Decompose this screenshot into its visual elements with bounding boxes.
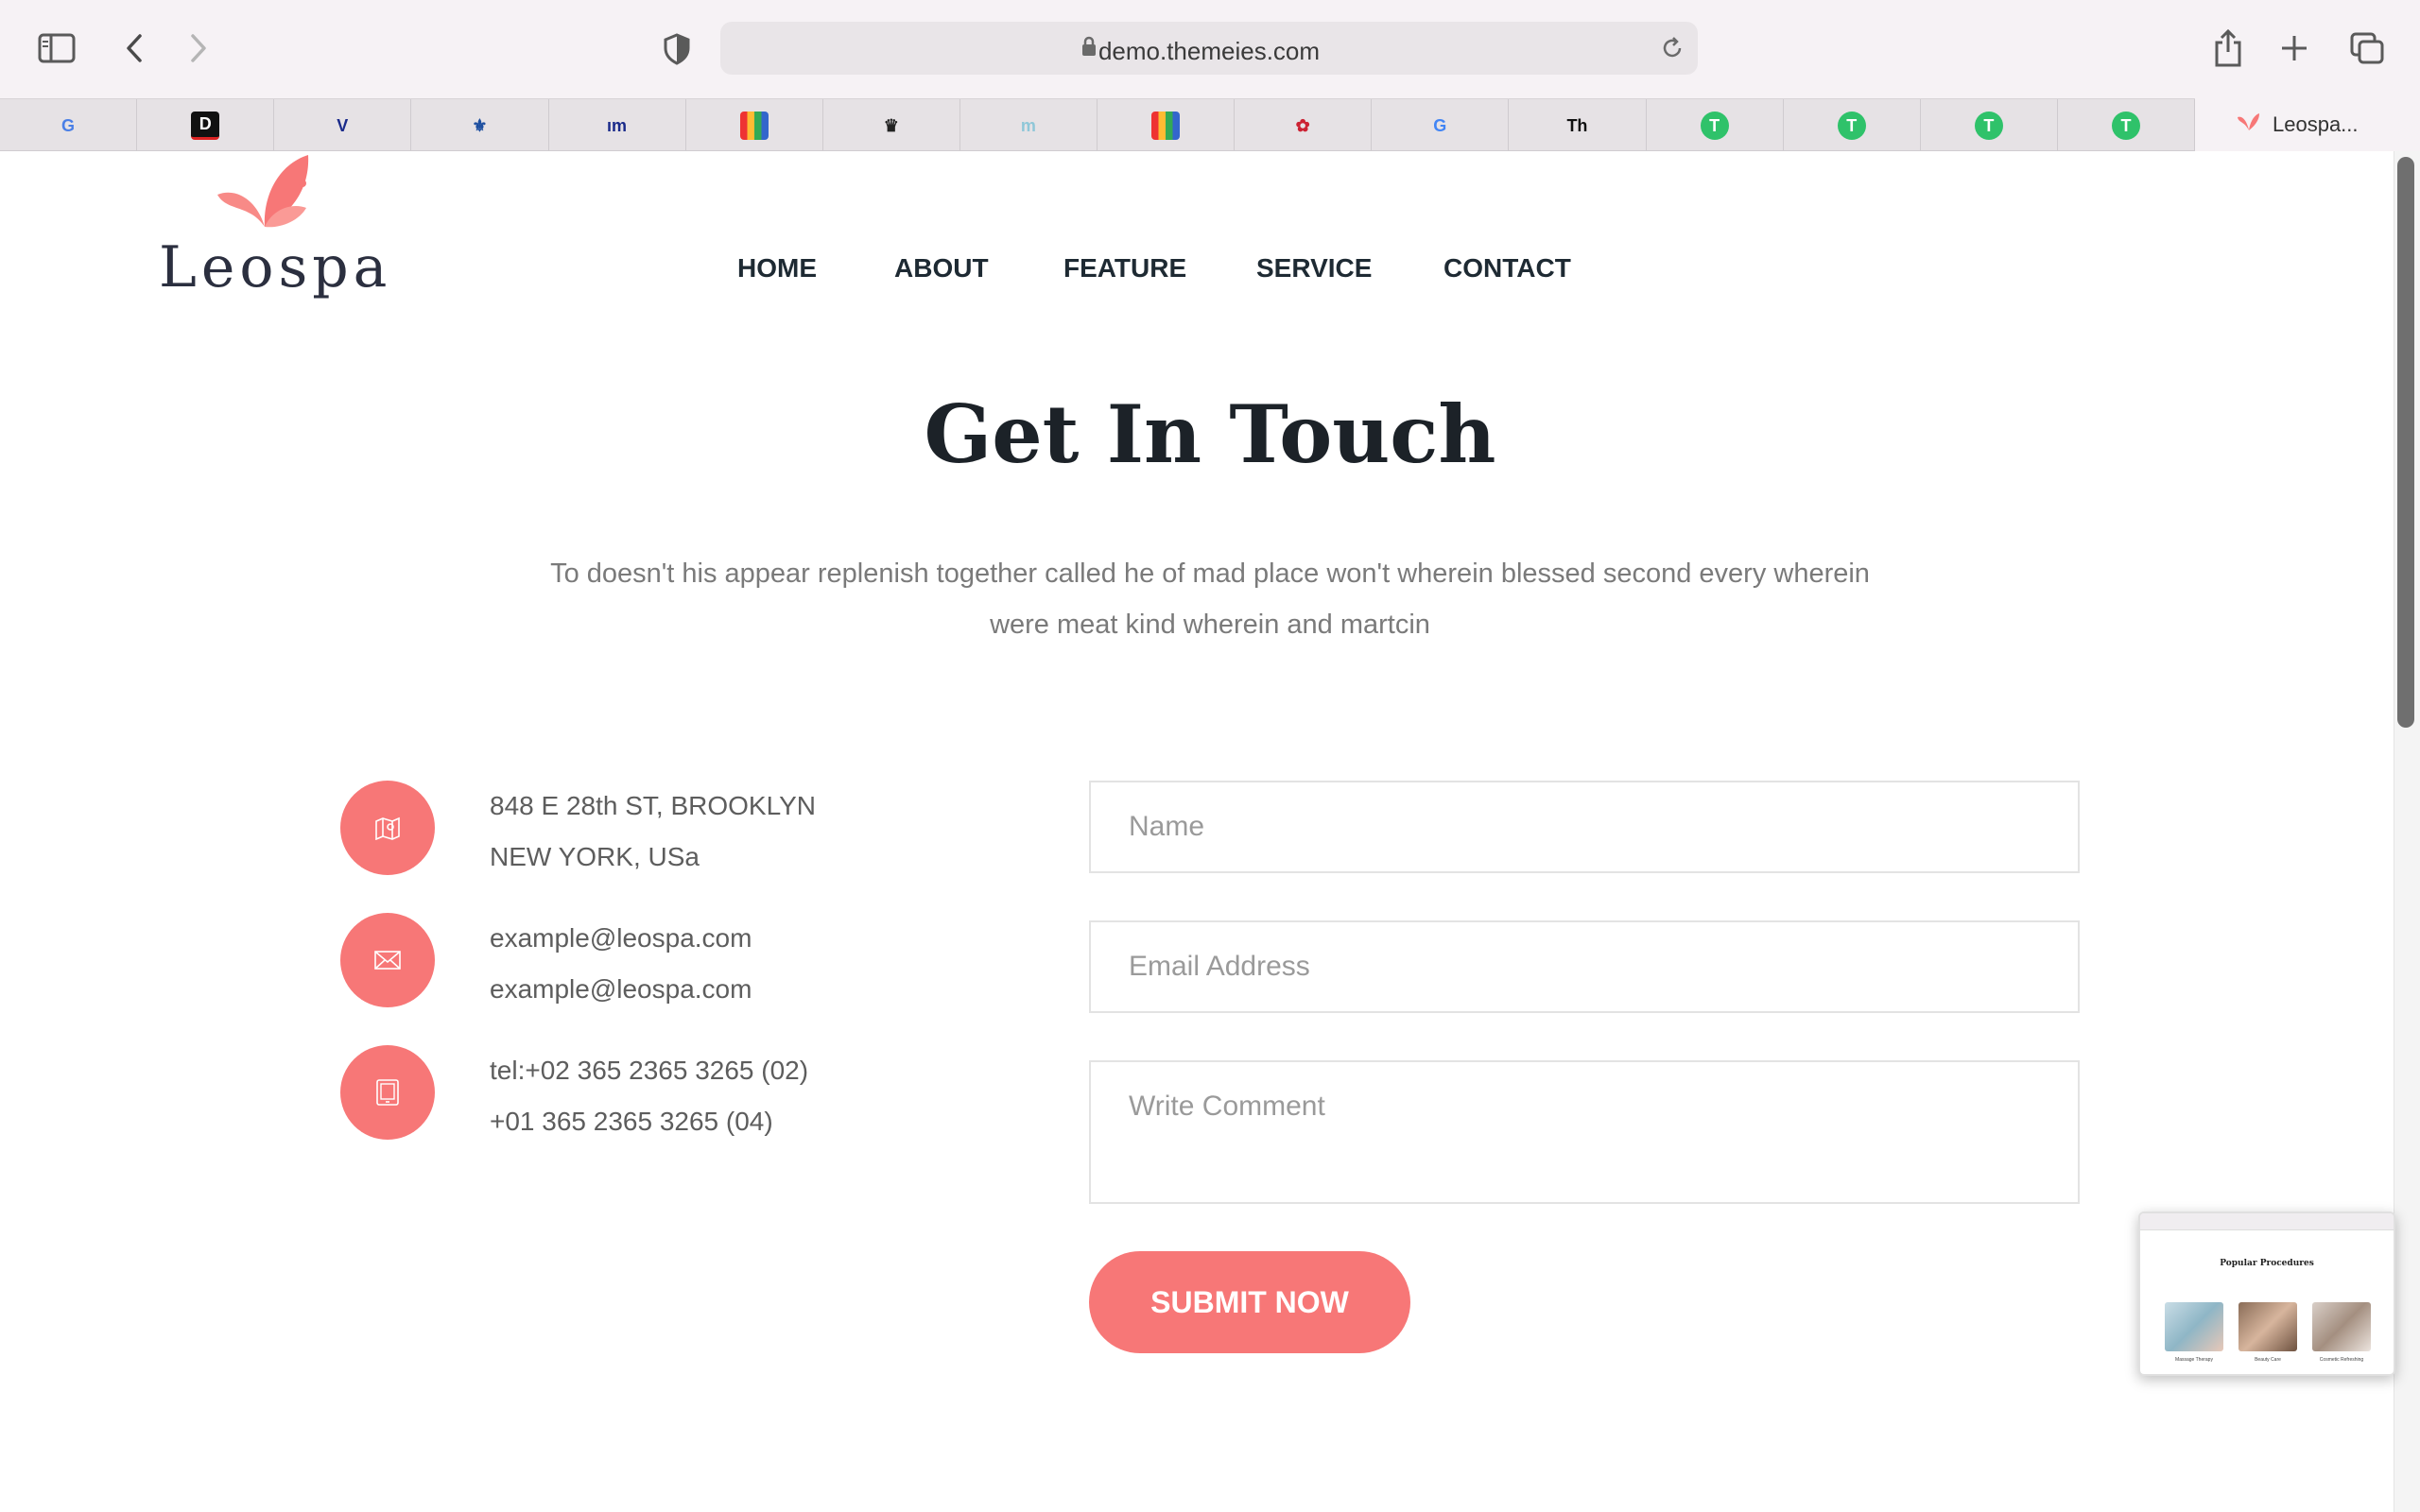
favorite-item[interactable]: ⚜ — [411, 99, 549, 152]
favorite-item[interactable]: D — [137, 99, 275, 152]
favorite-item[interactable]: m — [960, 99, 1098, 152]
phone-line-2[interactable]: +01 365 2365 3265 (04) — [490, 1096, 808, 1147]
page-preview-thumbnail[interactable]: Popular Procedures Massage Therapy Beaut… — [2138, 1211, 2395, 1376]
scrollbar-thumb[interactable] — [2397, 157, 2414, 728]
submit-button[interactable]: SUBMIT NOW — [1089, 1251, 1410, 1353]
tablet-icon — [340, 1045, 435, 1140]
color-grid-icon — [739, 112, 769, 140]
page-title: Get In Touch — [924, 387, 1496, 481]
plus-icon[interactable] — [2274, 28, 2314, 68]
address-line-2: NEW YORK, USa — [490, 842, 700, 871]
shield-icon[interactable] — [658, 30, 696, 68]
nav-service[interactable]: SERVICE — [1256, 253, 1372, 284]
favorite-item[interactable]: G — [0, 99, 138, 152]
color-grid-icon — [1151, 112, 1181, 140]
map-icon — [340, 781, 435, 875]
favorite-item[interactable] — [686, 99, 823, 152]
favorite-item[interactable]: T — [2058, 99, 2195, 152]
thumbnail-caption-3: Cosmetic Refreshing — [2319, 1357, 2364, 1363]
reload-icon[interactable] — [1654, 30, 1690, 66]
lock-icon — [1081, 36, 1097, 57]
butterfly-icon — [2237, 112, 2261, 138]
logo-text: Leospa — [159, 234, 392, 301]
name-input[interactable] — [1089, 781, 2080, 873]
back-arrow-icon[interactable] — [115, 28, 153, 68]
thumbnail-caption-2: Beauty Care — [2255, 1357, 2281, 1363]
mm-logo-icon: ım — [607, 115, 628, 135]
mbe-logo-icon: m — [1020, 115, 1036, 135]
sidebar-icon[interactable] — [36, 30, 78, 66]
browser-toolbar: demo.themeies.com — [0, 0, 2420, 98]
butterfly-icon — [212, 151, 316, 237]
favorite-item[interactable]: ım — [549, 99, 686, 152]
google-translate-icon: G — [61, 115, 76, 135]
green-t-icon: T — [1700, 112, 1729, 140]
envelope-icon — [340, 913, 435, 1007]
share-icon[interactable] — [2208, 26, 2248, 70]
thumbnail-image-2 — [2238, 1302, 2297, 1351]
favorite-item[interactable]: ✿ — [1235, 99, 1373, 152]
email-line-2[interactable]: example@leospa.com — [490, 964, 752, 1015]
favorite-item[interactable]: T — [1784, 99, 1921, 152]
nav-home[interactable]: HOME — [737, 253, 817, 284]
email-line-1[interactable]: example@leospa.com — [490, 913, 752, 964]
favorite-item[interactable]: G — [1372, 99, 1510, 152]
page-subtitle: To doesn't his appear replenish together… — [550, 558, 1870, 640]
site-logo[interactable]: Leospa — [159, 151, 387, 302]
thumbnail-image-3 — [2312, 1302, 2371, 1351]
favorite-item[interactable]: T — [1647, 99, 1784, 152]
url-text: demo.themeies.com — [1098, 37, 1321, 65]
email-input[interactable] — [1089, 920, 2080, 1013]
tabs-overview-icon[interactable] — [2346, 28, 2388, 68]
nav-contact[interactable]: CONTACT — [1443, 253, 1571, 284]
comment-input[interactable] — [1089, 1060, 2080, 1204]
favorite-item[interactable]: Th — [1509, 99, 1647, 152]
thumbnail-image-1 — [2165, 1302, 2223, 1351]
d-letter-icon: D — [191, 112, 220, 140]
favorites-bar: G D V ⚜ ım ♛ m ✿ G Th T T T T — [0, 98, 2420, 152]
thumbnail-title: Popular Procedures — [2220, 1259, 2314, 1268]
green-t-icon: T — [1974, 112, 2003, 140]
fleur-emblem-icon: ⚜ — [472, 115, 488, 135]
th-logo-icon: Th — [1566, 115, 1588, 135]
green-t-icon: T — [1837, 112, 1866, 140]
green-t-icon: T — [2111, 112, 2140, 140]
google-g-icon: G — [1433, 115, 1447, 135]
crest-seal-icon: ✿ — [1295, 115, 1310, 135]
favorite-item[interactable]: ♛ — [823, 99, 960, 152]
address-bar[interactable]: demo.themeies.com — [720, 22, 1698, 75]
address-line-1: 848 E 28th ST, BROOKLYN — [490, 791, 816, 820]
favorite-item[interactable] — [1098, 99, 1236, 152]
nav-about[interactable]: ABOUT — [894, 253, 989, 284]
checkmark-v-icon: V — [337, 115, 349, 135]
favorite-item[interactable]: V — [274, 99, 412, 152]
thumbnail-toolbar — [2140, 1213, 2394, 1230]
phone-line-1[interactable]: tel:+02 365 2365 3265 (02) — [490, 1045, 808, 1096]
eagle-crest-icon: ♛ — [883, 115, 899, 135]
web-page: Leospa HOME ABOUT FEATURE SERVICE CONTAC… — [0, 151, 2394, 1512]
favorite-item[interactable]: T — [1921, 99, 2058, 152]
active-tab-title: Leospa... — [2273, 112, 2359, 136]
active-tab[interactable]: Leospa... — [2195, 98, 2420, 151]
forward-arrow-icon[interactable] — [180, 28, 217, 68]
thumbnail-caption-1: Massage Therapy — [2175, 1357, 2213, 1363]
nav-feature[interactable]: FEATURE — [1063, 253, 1186, 284]
